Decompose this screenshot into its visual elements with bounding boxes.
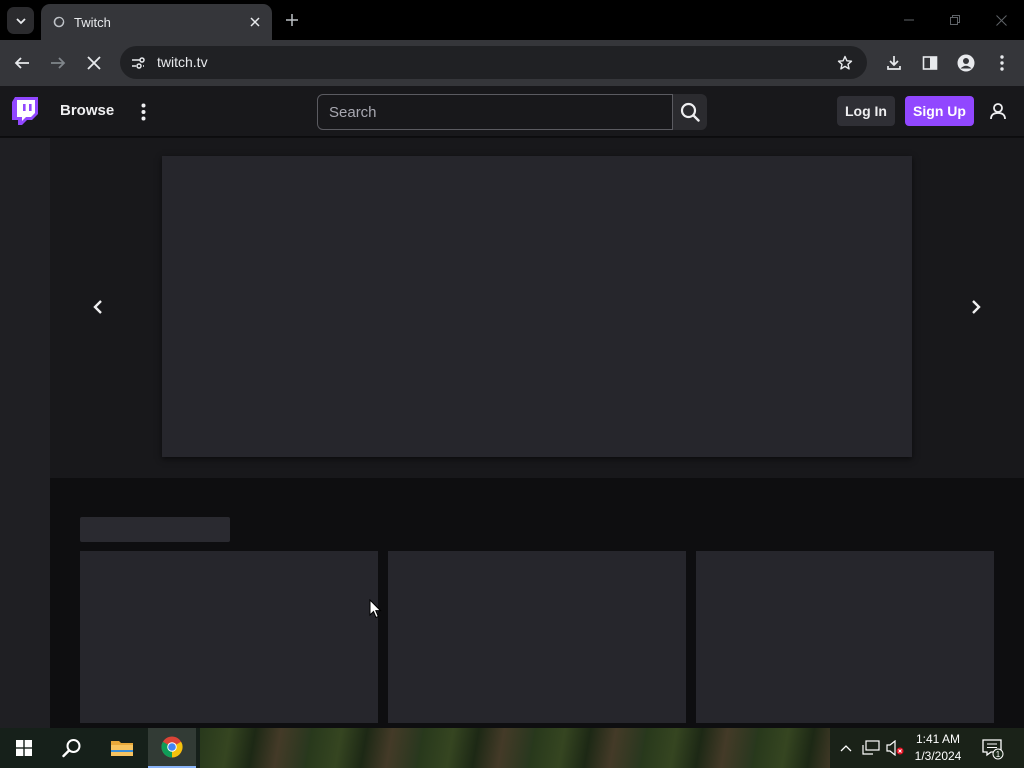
log-in-button[interactable]: Log In	[837, 96, 895, 126]
tab-list-icon	[15, 17, 26, 24]
site-info-button[interactable]	[126, 51, 150, 75]
start-button[interactable]	[0, 728, 48, 768]
more-menu-button[interactable]	[134, 101, 152, 123]
stop-loading-button[interactable]	[79, 48, 109, 78]
search-icon	[680, 102, 700, 122]
forward-arrow-icon	[51, 57, 66, 69]
search-input[interactable]	[317, 94, 673, 130]
minimize-icon	[904, 19, 914, 21]
section-title-placeholder	[80, 517, 230, 542]
left-sidebar	[0, 138, 50, 728]
forward-button[interactable]	[43, 48, 73, 78]
kebab-menu-icon	[1000, 55, 1004, 71]
taskbar-search-button[interactable]	[48, 728, 96, 768]
featured-stream-placeholder[interactable]	[162, 156, 912, 457]
profile-button[interactable]	[951, 48, 981, 78]
chevron-up-icon	[840, 745, 852, 752]
windows-start-icon	[16, 740, 32, 756]
network-icon	[862, 740, 880, 755]
new-tab-button[interactable]	[281, 9, 303, 31]
close-tab-button[interactable]	[245, 12, 265, 32]
notification-icon: 1	[982, 739, 1004, 760]
volume-muted-icon	[886, 739, 904, 757]
browser-tab-strip: Twitch	[0, 0, 1024, 40]
clock-time: 1:41 AM	[915, 732, 961, 746]
restore-button[interactable]	[941, 8, 969, 32]
notification-count: 1	[996, 750, 1001, 759]
tab-list-button[interactable]	[7, 7, 34, 34]
back-arrow-icon	[14, 57, 29, 69]
twitch-logo[interactable]	[12, 97, 38, 125]
url-text: twitch.tv	[157, 54, 208, 70]
tab-title: Twitch	[74, 14, 111, 30]
stop-loading-icon	[87, 56, 101, 70]
bookmark-button[interactable]	[833, 51, 857, 75]
carousel-next-button[interactable]	[962, 293, 990, 321]
site-settings-icon	[132, 57, 145, 69]
chrome-taskbar-button[interactable]	[148, 728, 196, 768]
search-button[interactable]	[673, 94, 707, 130]
close-icon	[995, 14, 1007, 26]
taskbar-clock[interactable]: 1:41 AM 1/3/2024	[905, 731, 971, 765]
twitch-favicon	[53, 16, 65, 28]
clock-date: 1/3/2024	[914, 749, 962, 763]
windows-taskbar: 1:41 AM 1/3/2024 1	[0, 728, 1024, 768]
search-taskbar-icon	[62, 739, 81, 758]
downloads-button[interactable]	[879, 48, 909, 78]
address-bar[interactable]: twitch.tv	[120, 46, 867, 79]
more-icon	[141, 103, 145, 121]
stream-card-placeholder[interactable]	[696, 551, 994, 723]
minimize-button[interactable]	[895, 8, 923, 32]
browser-toolbar: twitch.tv	[0, 40, 1024, 86]
browse-link[interactable]: Browse	[60, 102, 114, 119]
star-icon	[837, 55, 853, 70]
window-close-button[interactable]	[987, 8, 1015, 32]
taskbar-wallpaper	[200, 728, 840, 768]
plus-icon	[286, 14, 298, 26]
chevron-left-icon	[93, 300, 102, 314]
sign-up-button[interactable]: Sign Up	[905, 96, 974, 126]
stream-card-placeholder[interactable]	[80, 551, 378, 723]
carousel-prev-button[interactable]	[84, 293, 112, 321]
stream-card-placeholder[interactable]	[388, 551, 686, 723]
user-menu-button[interactable]	[987, 100, 1009, 122]
browser-tab[interactable]: Twitch	[41, 4, 272, 40]
show-hidden-icons-button[interactable]	[838, 740, 854, 756]
profile-icon	[957, 54, 975, 72]
restore-icon	[950, 15, 960, 25]
twitch-top-nav: Browse Log In Sign Up	[0, 86, 1024, 137]
chrome-icon	[161, 736, 183, 758]
action-center-button[interactable]: 1	[982, 738, 1004, 760]
chevron-right-icon	[972, 300, 981, 314]
volume-button[interactable]	[886, 739, 906, 757]
back-button[interactable]	[7, 48, 37, 78]
mouse-cursor	[369, 598, 382, 619]
side-panel-icon	[922, 56, 938, 70]
user-icon	[990, 103, 1006, 120]
network-button[interactable]	[862, 740, 880, 756]
chrome-menu-button[interactable]	[987, 48, 1017, 78]
side-panel-button[interactable]	[915, 48, 945, 78]
download-icon	[887, 56, 901, 70]
close-icon	[250, 17, 260, 27]
file-explorer-icon	[111, 741, 133, 756]
file-explorer-button[interactable]	[98, 728, 146, 768]
